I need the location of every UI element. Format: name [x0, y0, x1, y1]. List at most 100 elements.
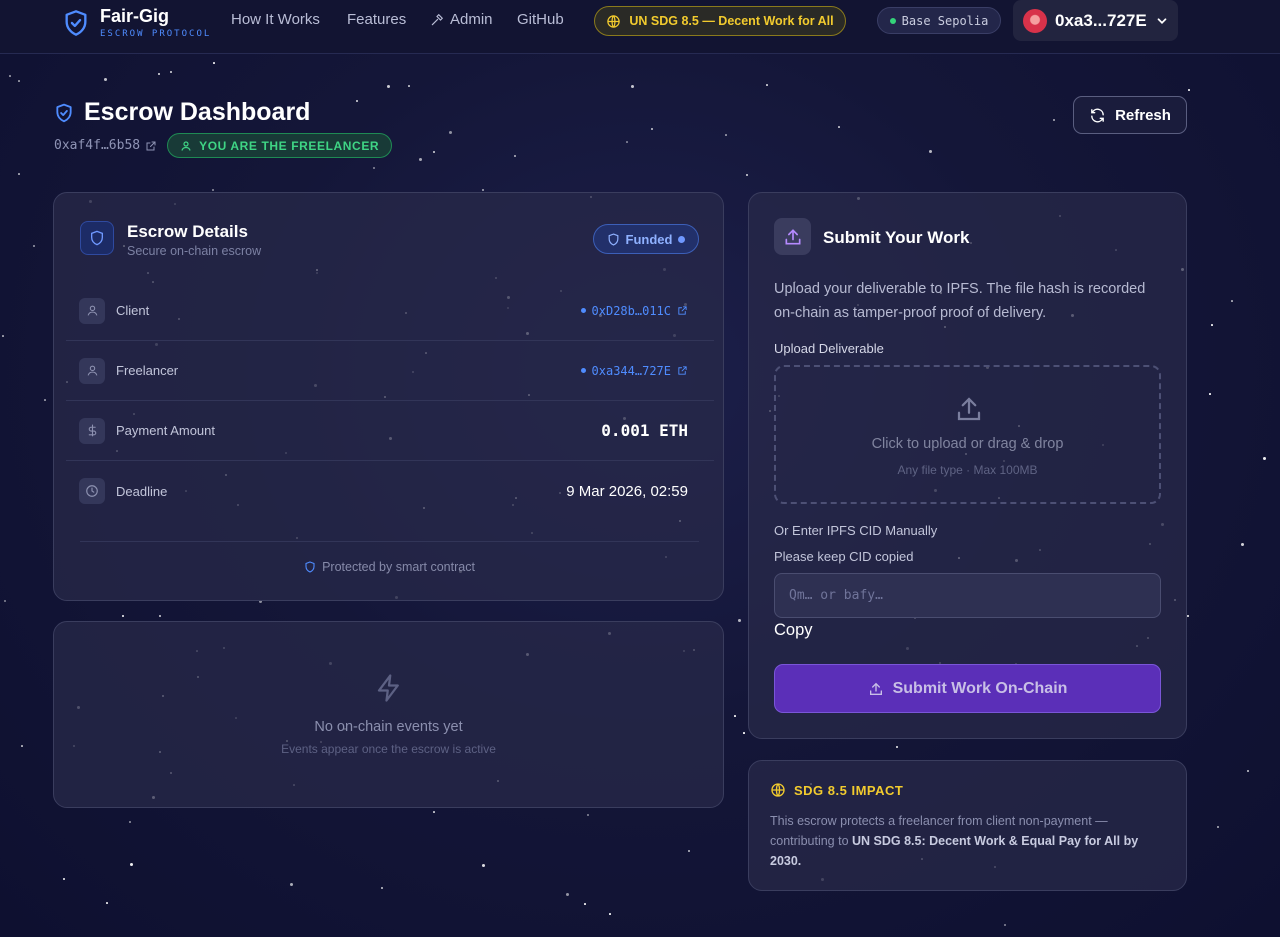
- star: [734, 715, 736, 717]
- sdg-impact-card: SDG 8.5 IMPACT This escrow protects a fr…: [748, 760, 1187, 891]
- network-name: Base Sepolia: [901, 13, 989, 28]
- impact-title: SDG 8.5 IMPACT: [794, 782, 904, 798]
- payment-amount: 0.001 ETH: [601, 421, 688, 440]
- submit-title: Submit Your Work: [823, 228, 970, 247]
- hammer-icon: [431, 13, 444, 25]
- star: [449, 131, 452, 134]
- file-dropzone[interactable]: Click to upload or drag & drop Any file …: [774, 365, 1161, 504]
- protected-label: Protected by smart contract: [322, 560, 475, 574]
- top-navbar: Fair-Gig ESCROW PROTOCOL How It Works Fe…: [0, 0, 1280, 54]
- wallet-button[interactable]: 0xa3...727E: [1013, 0, 1178, 41]
- star: [1187, 615, 1189, 617]
- star: [1241, 543, 1244, 546]
- refresh-icon: [1091, 108, 1104, 122]
- role-badge: YOU ARE THE FREELANCER: [167, 133, 393, 158]
- star: [106, 902, 108, 904]
- user-icon: [181, 140, 191, 151]
- detail-row-deadline: Deadline 9 Mar 2026, 02:59: [66, 461, 714, 521]
- nav-link-github[interactable]: GitHub: [517, 11, 564, 28]
- role-badge-label: YOU ARE THE FREELANCER: [199, 138, 380, 153]
- submit-work-button[interactable]: Submit Work On-Chain: [774, 664, 1161, 713]
- shield-icon: [80, 221, 114, 255]
- star: [514, 155, 516, 157]
- upload-icon: [869, 682, 882, 695]
- escrow-details-card: Escrow Details Secure on-chain escrow Fu…: [53, 192, 724, 601]
- star: [584, 903, 586, 905]
- upload-label: Upload Deliverable: [774, 341, 884, 356]
- star: [433, 151, 435, 153]
- dropzone-title: Click to upload or drag & drop: [871, 436, 1064, 452]
- refresh-button[interactable]: Refresh: [1073, 96, 1187, 134]
- star: [433, 811, 435, 813]
- cid-input[interactable]: [774, 573, 1161, 618]
- star: [18, 80, 20, 82]
- user-icon: [79, 357, 105, 384]
- star: [743, 732, 745, 734]
- dollar-icon: [79, 417, 105, 444]
- star: [408, 85, 410, 87]
- events-empty-subtitle: Events appear once the escrow is active: [281, 742, 496, 756]
- star: [1247, 770, 1249, 772]
- globe-icon: [607, 14, 621, 28]
- impact-header: SDG 8.5 IMPACT: [770, 782, 903, 798]
- star: [63, 878, 65, 880]
- nav-link-admin-label: Admin: [450, 11, 493, 28]
- star: [766, 84, 768, 86]
- star: [1053, 119, 1055, 121]
- submit-work-label: Submit Work On-Chain: [892, 679, 1068, 697]
- star: [725, 134, 727, 136]
- shield-icon: [305, 561, 315, 573]
- nav-link-features[interactable]: Features: [347, 11, 406, 28]
- upload-icon: [957, 397, 981, 421]
- upload-icon: [774, 218, 811, 255]
- star: [387, 85, 390, 88]
- brand-subtitle: ESCROW PROTOCOL: [100, 29, 212, 39]
- star: [33, 245, 35, 247]
- star: [18, 173, 20, 175]
- refresh-label: Refresh: [1115, 106, 1171, 124]
- star: [746, 174, 748, 176]
- external-link-icon: [146, 141, 156, 150]
- star: [609, 913, 611, 915]
- star: [896, 746, 898, 748]
- client-address: 0xD28b…011C: [591, 303, 671, 318]
- star: [212, 189, 214, 191]
- page-title-text: Escrow Dashboard: [84, 98, 311, 126]
- star: [482, 189, 484, 191]
- brand-logo[interactable]: Fair-Gig ESCROW PROTOCOL: [62, 6, 211, 39]
- impact-text: This escrow protects a freelancer from c…: [770, 811, 1165, 871]
- star: [130, 863, 133, 866]
- events-empty-title: No on-chain events yet: [314, 719, 463, 735]
- star: [1211, 324, 1213, 326]
- brand-name: Fair-Gig: [100, 6, 170, 26]
- dropzone-subtitle: Any file type · Max 100MB: [897, 463, 1038, 477]
- star: [381, 887, 383, 889]
- detail-row-payment: Payment Amount 0.001 ETH: [66, 401, 714, 461]
- detail-label: Deadline: [116, 483, 168, 499]
- wallet-avatar: [1023, 8, 1047, 33]
- star: [419, 158, 422, 161]
- clock-icon: [79, 478, 105, 504]
- star: [373, 167, 375, 169]
- star: [2, 335, 4, 337]
- escrow-address: 0xaf4f…6b58: [54, 138, 141, 153]
- copy-button[interactable]: Copy: [774, 621, 813, 640]
- user-icon: [79, 297, 105, 324]
- star: [1263, 457, 1266, 460]
- star: [290, 883, 293, 886]
- freelancer-address-link[interactable]: 0xa344…727E: [580, 363, 688, 378]
- nav-link-admin[interactable]: Admin: [430, 11, 493, 28]
- chevron-down-icon: [1157, 17, 1167, 24]
- client-address-link[interactable]: 0xD28b…011C: [580, 303, 688, 318]
- detail-row-client: Client 0xD28b…011C: [66, 281, 714, 341]
- freelancer-address: 0xa344…727E: [591, 363, 671, 378]
- page-title: Escrow Dashboard: [54, 98, 310, 127]
- status-badge: Funded: [593, 224, 699, 254]
- star: [929, 150, 932, 153]
- nav-link-how-it-works[interactable]: How It Works: [231, 11, 320, 28]
- address-dot: [580, 368, 586, 373]
- escrow-address-link[interactable]: 0xaf4f…6b58: [54, 138, 157, 153]
- star: [482, 864, 485, 867]
- events-card: No on-chain events yet Events appear onc…: [53, 621, 724, 808]
- sdg-pill[interactable]: UN SDG 8.5 — Decent Work for All: [594, 6, 846, 36]
